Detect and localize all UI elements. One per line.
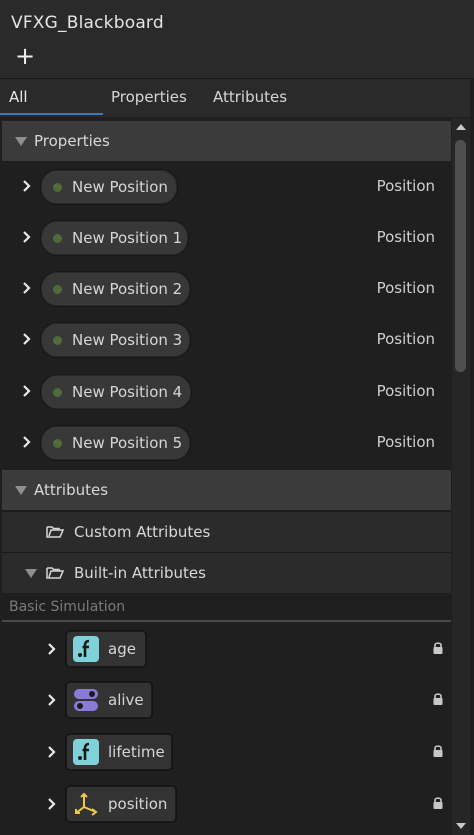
- properties-section-header[interactable]: Properties: [2, 121, 451, 161]
- lock-icon: [433, 642, 443, 654]
- property-row: New Position 1 Position: [0, 221, 452, 272]
- tab-all[interactable]: All: [0, 79, 103, 115]
- chevron-right-icon[interactable]: [47, 797, 57, 811]
- blackboard-content: Properties New Position Position New Pos…: [0, 118, 452, 835]
- attribute-row: lifetime: [0, 734, 452, 785]
- builtin-attributes-folder[interactable]: Built-in Attributes: [2, 552, 451, 593]
- tab-attributes[interactable]: Attributes: [213, 79, 287, 115]
- property-dot-icon: [53, 183, 62, 192]
- property-type: Position: [376, 382, 435, 400]
- property-pill[interactable]: New Position 3: [41, 323, 190, 357]
- property-name: New Position: [72, 178, 168, 196]
- float-icon: [73, 636, 99, 662]
- attributes-section-label: Attributes: [34, 481, 109, 499]
- blackboard-header: VFXG_Blackboard +: [0, 0, 474, 78]
- blackboard-panel: VFXG_Blackboard + All Properties Attribu…: [0, 0, 474, 835]
- tab-properties[interactable]: Properties: [111, 79, 187, 115]
- attribute-pill[interactable]: age: [66, 631, 146, 667]
- chevron-right-icon[interactable]: [22, 332, 32, 346]
- expanded-triangle-icon: [15, 486, 27, 495]
- property-pill[interactable]: New Position: [41, 170, 177, 204]
- property-row: New Position 4 Position: [0, 375, 452, 426]
- attribute-name: age: [108, 640, 136, 658]
- attribute-pill[interactable]: position: [66, 786, 176, 822]
- property-name: New Position 3: [72, 331, 183, 349]
- property-pill[interactable]: New Position 2: [41, 272, 190, 306]
- attributes-section-header[interactable]: Attributes: [2, 470, 451, 510]
- chevron-right-icon[interactable]: [47, 745, 57, 759]
- custom-attributes-label: Custom Attributes: [74, 523, 211, 541]
- category-divider: [2, 620, 451, 622]
- property-row: New Position 2 Position: [0, 272, 452, 323]
- lock-icon: [433, 745, 443, 757]
- chevron-right-icon[interactable]: [22, 435, 32, 449]
- property-dot-icon: [53, 439, 62, 448]
- attribute-row: position: [0, 786, 452, 835]
- scroll-thumb[interactable]: [455, 140, 466, 372]
- attribute-name: lifetime: [108, 743, 165, 761]
- blackboard-title: VFXG_Blackboard: [11, 13, 164, 33]
- attribute-pill[interactable]: lifetime: [66, 734, 172, 770]
- scroll-down-arrow-icon[interactable]: [456, 823, 466, 829]
- attribute-row: alive: [0, 682, 452, 733]
- expanded-triangle-icon: [15, 137, 27, 146]
- attribute-name: position: [108, 795, 168, 813]
- vertical-scrollbar[interactable]: [452, 118, 470, 835]
- property-name: New Position 4: [72, 383, 183, 401]
- property-type: Position: [376, 177, 435, 195]
- chevron-right-icon[interactable]: [22, 179, 32, 193]
- property-type: Position: [376, 228, 435, 246]
- attribute-row: age: [0, 631, 452, 682]
- property-name: New Position 2: [72, 280, 183, 298]
- property-pill[interactable]: New Position 4: [41, 375, 191, 409]
- expanded-triangle-icon: [25, 569, 37, 578]
- custom-attributes-folder[interactable]: Custom Attributes: [2, 511, 451, 552]
- chevron-right-icon[interactable]: [22, 230, 32, 244]
- property-dot-icon: [53, 336, 62, 345]
- property-name: New Position 1: [72, 229, 183, 247]
- tab-bar: All Properties Attributes: [0, 78, 470, 117]
- vector3-icon: [73, 791, 99, 817]
- properties-section-label: Properties: [34, 132, 110, 150]
- attribute-pill[interactable]: alive: [66, 682, 152, 718]
- property-pill[interactable]: New Position 1: [41, 221, 188, 255]
- property-type: Position: [376, 330, 435, 348]
- folder-open-icon: [46, 567, 64, 579]
- property-type: Position: [376, 433, 435, 451]
- attribute-name: alive: [108, 691, 144, 709]
- property-pill[interactable]: New Position 5: [41, 426, 190, 460]
- chevron-right-icon[interactable]: [22, 281, 32, 295]
- property-row: New Position Position: [0, 170, 452, 221]
- chevron-right-icon[interactable]: [47, 642, 57, 656]
- property-dot-icon: [53, 285, 62, 294]
- property-dot-icon: [53, 388, 62, 397]
- lock-icon: [433, 797, 443, 809]
- property-type: Position: [376, 279, 435, 297]
- float-icon: [73, 739, 99, 765]
- property-row: New Position 3 Position: [0, 323, 452, 374]
- scroll-up-arrow-icon[interactable]: [456, 124, 466, 130]
- folder-open-icon: [46, 526, 64, 538]
- property-name: New Position 5: [72, 434, 183, 452]
- chevron-right-icon[interactable]: [47, 693, 57, 707]
- lock-icon: [433, 693, 443, 705]
- chevron-right-icon[interactable]: [22, 384, 32, 398]
- bool-icon: [73, 687, 99, 713]
- property-dot-icon: [53, 234, 62, 243]
- add-button[interactable]: +: [14, 44, 36, 70]
- builtin-attributes-label: Built-in Attributes: [74, 564, 206, 582]
- category-label: Basic Simulation: [9, 599, 126, 615]
